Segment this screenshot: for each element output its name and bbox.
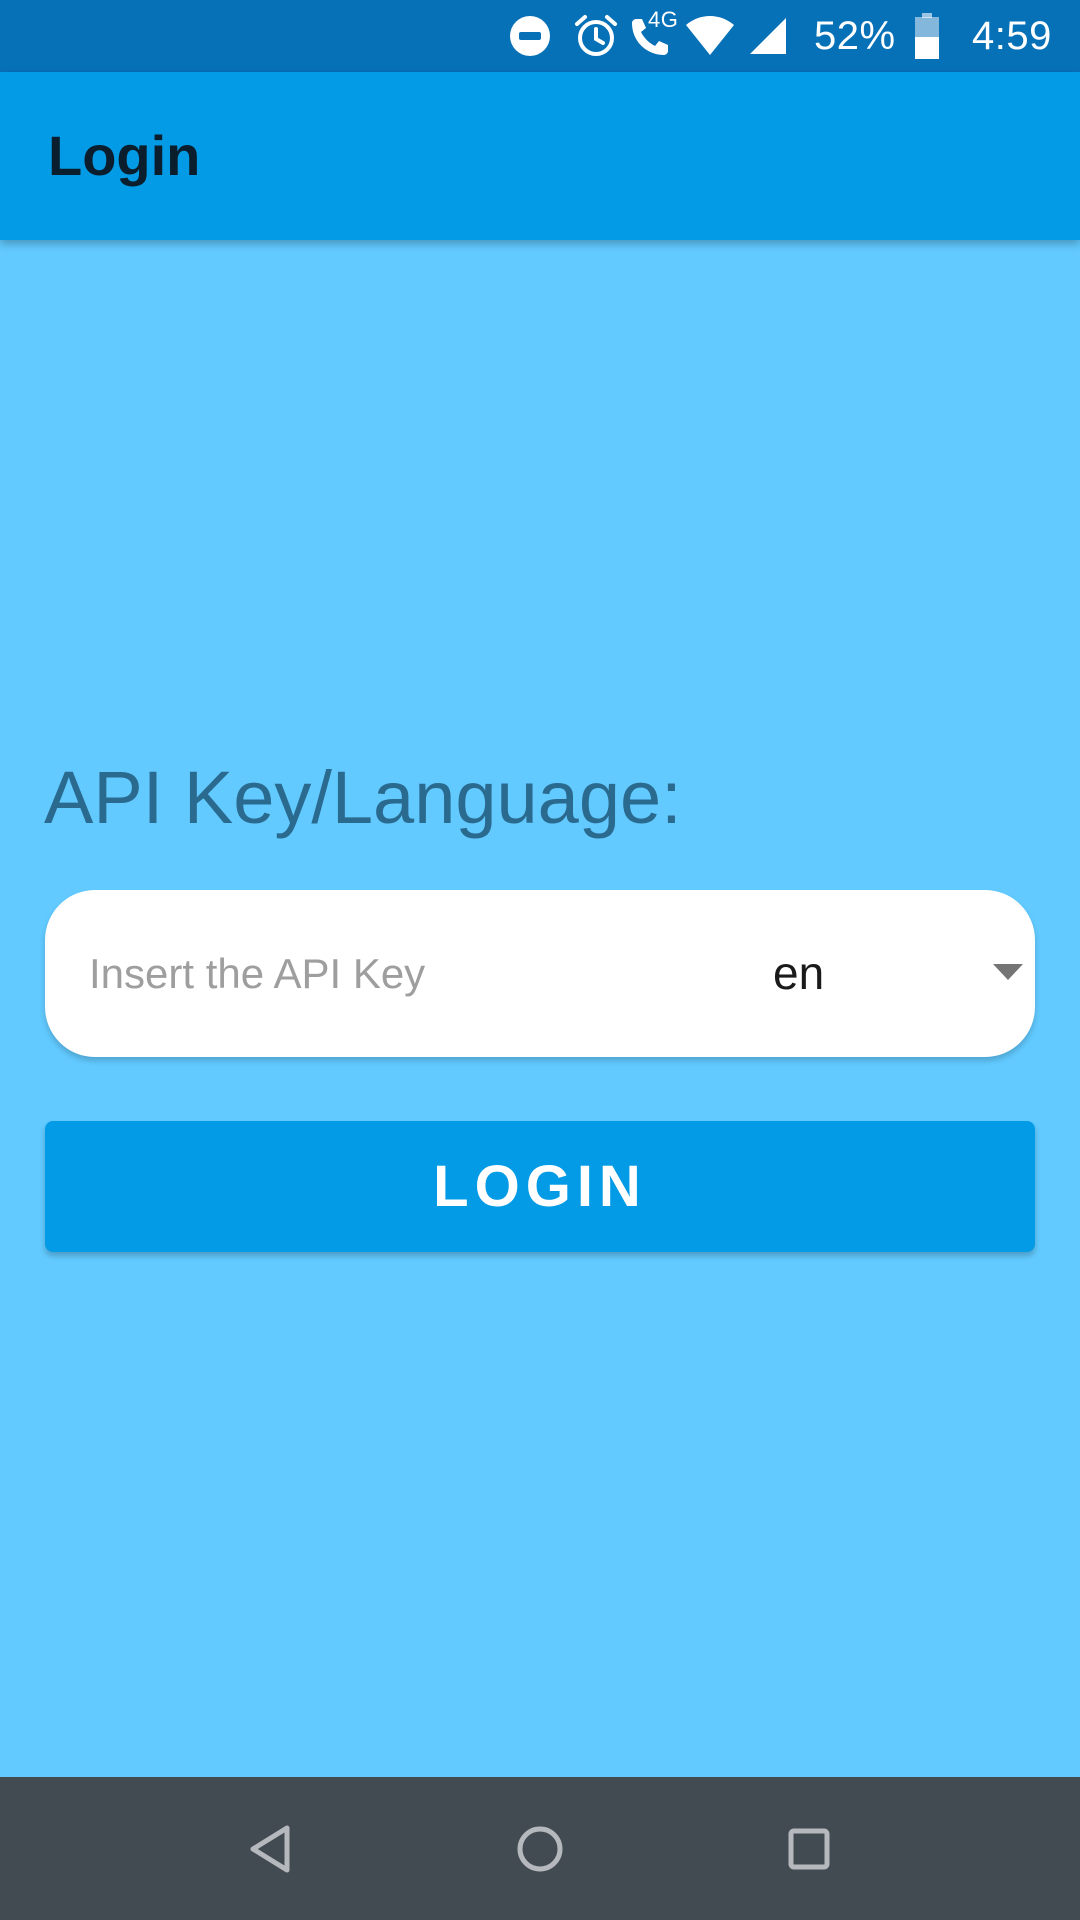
login-screen: 4G 52% 4:59 Login API Key/Language: Inse… (0, 0, 1080, 1920)
language-dropdown[interactable]: en (725, 890, 1025, 1057)
cell-signal-icon (748, 0, 788, 72)
network-type-label: 4G (648, 7, 679, 32)
do-not-disturb-icon (508, 0, 552, 72)
dropdown-arrow-icon (993, 964, 1023, 980)
language-selected-value: en (773, 947, 825, 999)
battery-percent: 52% (814, 13, 896, 58)
wifi-icon (684, 0, 736, 72)
page-title: Login (48, 124, 201, 187)
battery-icon (913, 0, 941, 72)
nav-recents-button[interactable] (749, 1777, 869, 1920)
api-key-language-label: API Key/Language: (44, 756, 682, 839)
login-button[interactable]: LOGIN (45, 1121, 1035, 1252)
status-bar: 4G 52% 4:59 (0, 0, 1080, 72)
app-bar: Login (0, 72, 1080, 240)
api-key-language-card: en (45, 890, 1035, 1057)
alarm-icon (573, 0, 619, 72)
clock-time: 4:59 (972, 13, 1052, 58)
nav-home-button[interactable] (480, 1777, 600, 1920)
back-icon (250, 1825, 290, 1872)
nav-back-button[interactable] (210, 1777, 330, 1920)
system-nav-bar (0, 1777, 1080, 1920)
recents-icon (788, 1828, 830, 1869)
home-icon (517, 1826, 563, 1871)
api-key-input[interactable] (89, 890, 649, 1057)
